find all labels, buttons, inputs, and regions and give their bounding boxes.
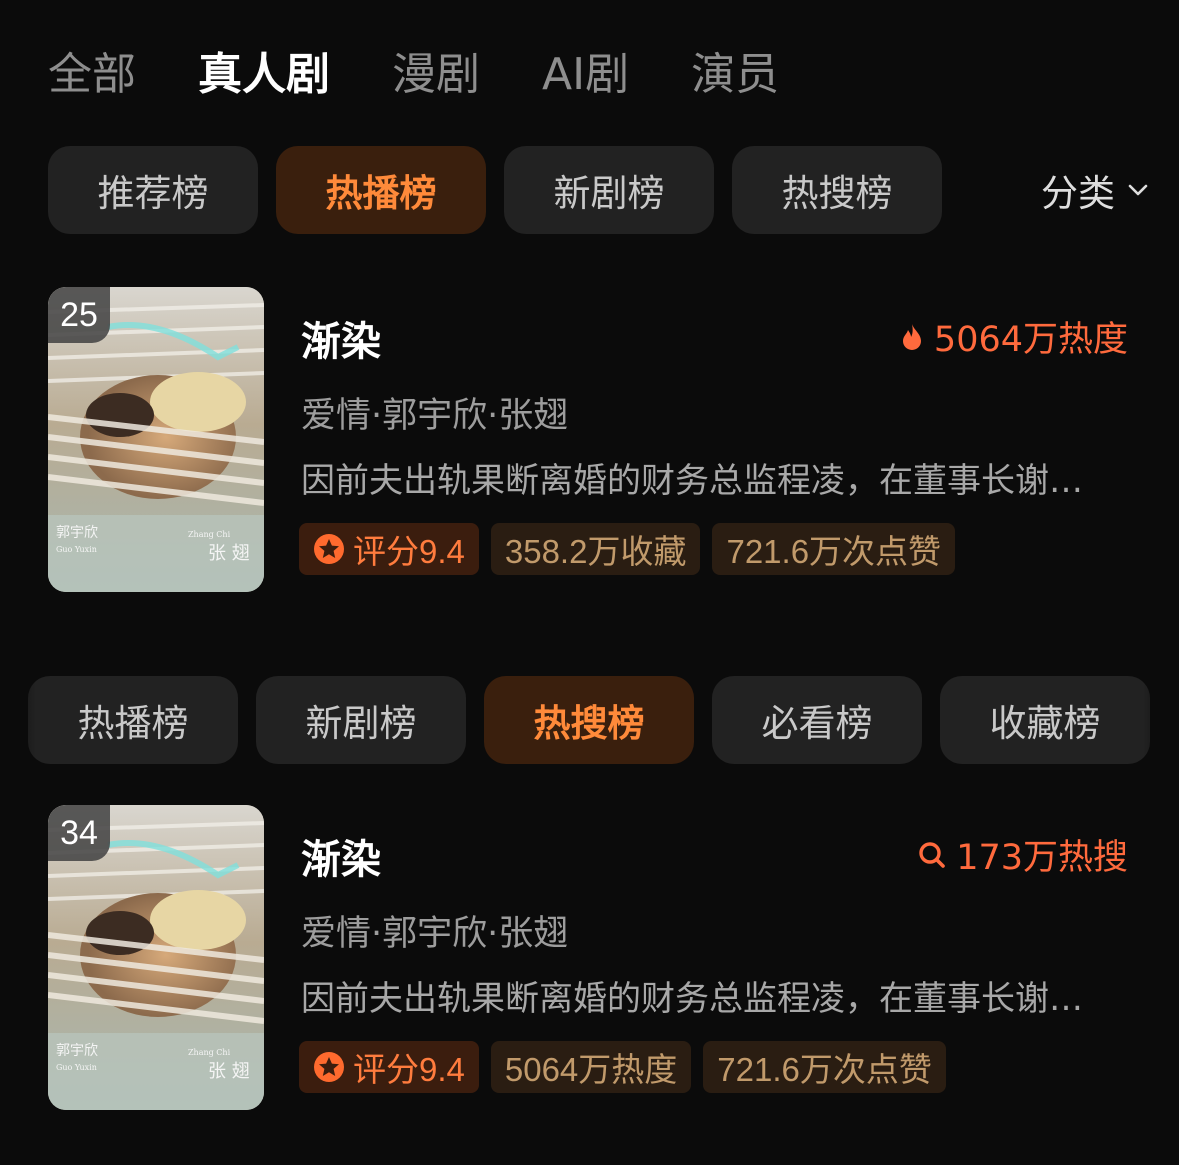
favorites-chip: 358.2万收藏 <box>490 523 701 575</box>
drama-meta: 爱情·郭宇欣·张翅 <box>301 396 569 436</box>
heat-chip: 5064万热度 <box>490 1041 692 1093</box>
rank-badge: 25 <box>48 287 110 343</box>
rank-badge: 34 <box>48 805 110 861</box>
category-dropdown[interactable]: 分类 <box>960 146 1179 234</box>
drama-title[interactable]: 渐染 <box>301 309 381 367</box>
heat-text: 5064万热度 <box>933 320 1128 360</box>
drama-poster: 郭宇欣 Guo Yuxin Zhang Chi 张 翅 34 <box>48 805 264 1110</box>
tab-live-action[interactable]: 真人剧 <box>198 53 330 97</box>
pill-hot-search-rank-2[interactable]: 热搜榜 <box>484 676 694 764</box>
tab-comic-drama[interactable]: 漫剧 <box>392 53 480 97</box>
svg-text:Guo Yuxin: Guo Yuxin <box>56 1063 97 1072</box>
pill-recommend-rank[interactable]: 推荐榜 <box>48 146 258 234</box>
pill-new-drama-rank[interactable]: 新剧榜 <box>504 146 714 234</box>
svg-text:张 翅: 张 翅 <box>208 543 250 564</box>
star-badge-icon <box>314 534 344 564</box>
stat-chips: 评分9.4 358.2万收藏 721.6万次点赞 <box>299 523 967 575</box>
svg-text:郭宇欣: 郭宇欣 <box>56 524 98 541</box>
category-label: 分类 <box>1041 172 1115 215</box>
hot-search-text: 173万热搜 <box>956 838 1128 878</box>
pill-hot-search-rank[interactable]: 热搜榜 <box>732 146 942 234</box>
svg-text:张 翅: 张 翅 <box>208 1061 250 1082</box>
svg-text:郭宇欣: 郭宇欣 <box>56 1042 98 1059</box>
pill-new-drama-rank-2[interactable]: 新剧榜 <box>256 676 466 764</box>
drama-title[interactable]: 渐染 <box>301 827 381 885</box>
chevron-down-icon <box>1128 184 1148 196</box>
likes-chip: 721.6万次点赞 <box>703 1041 946 1093</box>
top-tab-bar: 全部 真人剧 漫剧 AI剧 演员 <box>48 40 841 110</box>
tab-actors[interactable]: 演员 <box>691 53 779 97</box>
svg-text:Zhang Chi: Zhang Chi <box>188 530 231 539</box>
score-chip: 评分9.4 <box>299 1041 479 1093</box>
pill-hot-play-rank-2[interactable]: 热播榜 <box>28 676 238 764</box>
likes-chip: 721.6万次点赞 <box>712 523 956 575</box>
drama-meta: 爱情·郭宇欣·张翅 <box>301 914 569 954</box>
pill-favorites-rank[interactable]: 收藏榜 <box>940 676 1150 764</box>
score-chip: 评分9.4 <box>299 523 479 575</box>
star-badge-icon <box>314 1052 344 1082</box>
drama-description: 因前夫出轨果断离婚的财务总监程凌，在董事长谢… <box>301 461 1083 501</box>
drama-card[interactable]: 郭宇欣 Guo Yuxin Zhang Chi 张 翅 34 渐染 173万热搜… <box>48 805 1138 1110</box>
svg-text:Guo Yuxin: Guo Yuxin <box>56 545 97 554</box>
score-text: 评分9.4 <box>353 533 465 570</box>
drama-card[interactable]: 郭宇欣 Guo Yuxin Zhang Chi 张 翅 25 渐染 5064万热… <box>48 287 1138 592</box>
tab-all[interactable]: 全部 <box>48 53 136 97</box>
flame-icon <box>900 323 924 351</box>
stat-chips: 评分9.4 5064万热度 721.6万次点赞 <box>299 1041 958 1093</box>
drama-description: 因前夫出轨果断离婚的财务总监程凌，在董事长谢… <box>301 979 1083 1019</box>
search-icon <box>918 841 946 869</box>
svg-text:Zhang Chi: Zhang Chi <box>188 1048 231 1057</box>
pill-hot-play-rank[interactable]: 热播榜 <box>276 146 486 234</box>
right-fade <box>1143 676 1179 764</box>
score-text: 评分9.4 <box>353 1051 465 1088</box>
tab-ai-drama[interactable]: AI剧 <box>542 53 629 97</box>
pill-must-watch-rank[interactable]: 必看榜 <box>712 676 922 764</box>
heat-indicator: 5064万热度 <box>900 311 1128 362</box>
hot-search-indicator: 173万热搜 <box>918 829 1128 880</box>
drama-poster: 郭宇欣 Guo Yuxin Zhang Chi 张 翅 25 <box>48 287 264 592</box>
left-fade <box>0 676 36 764</box>
